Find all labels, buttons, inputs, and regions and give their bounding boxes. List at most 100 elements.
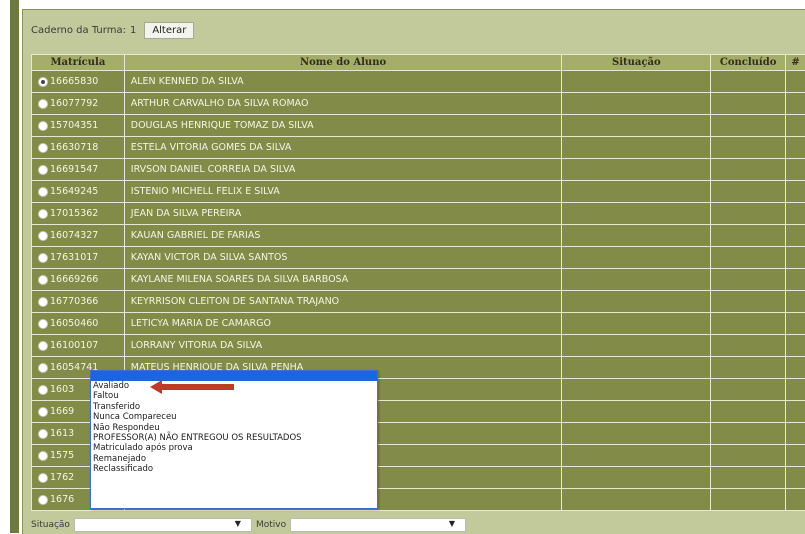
row-radio[interactable] [38,385,48,395]
extra-cell [786,115,805,137]
nome-cell: LORRANY VITORIA DA SILVA [124,335,562,357]
row-radio[interactable] [38,77,48,87]
row-radio[interactable] [38,473,48,483]
extra-cell [786,181,805,203]
table-row[interactable]: 16100107 LORRANY VITORIA DA SILVA [32,335,805,357]
matricula-cell[interactable]: 16050460 [32,313,125,335]
row-radio[interactable] [38,341,48,351]
row-radio[interactable] [38,275,48,285]
situacao-cell [562,445,711,467]
matricula-text: 16770366 [50,296,98,307]
matricula-cell[interactable]: 16100107 [32,335,125,357]
option-remanejado[interactable]: Remanejado [91,454,377,464]
table-row[interactable]: 16665830 ALEN KENNED DA SILVA [32,71,805,93]
table-row[interactable]: 16669266 KAYLANE MILENA SOARES DA SILVA … [32,269,805,291]
matricula-cell[interactable]: 16665830 [32,71,125,93]
concluido-cell [711,203,786,225]
matricula-cell[interactable]: 16630718 [32,137,125,159]
extra-cell [786,489,805,511]
row-radio[interactable] [38,297,48,307]
col-situacao-header[interactable]: Situação [562,55,711,71]
row-radio[interactable] [38,451,48,461]
motivo-select[interactable]: ▼ [290,518,466,532]
row-radio[interactable] [38,187,48,197]
option-nunca-compareceu[interactable]: Nunca Compareceu [91,412,377,422]
row-radio[interactable] [38,231,48,241]
row-radio[interactable] [38,143,48,153]
matricula-cell[interactable]: 15704351 [32,115,125,137]
matricula-cell[interactable]: 16691547 [32,159,125,181]
situacao-cell [562,137,711,159]
matricula-text: 1613 [50,428,74,439]
concluido-cell [711,401,786,423]
concluido-cell [711,71,786,93]
matricula-cell[interactable]: 16074327 [32,225,125,247]
table-row[interactable]: 17015362 JEAN DA SILVA PEREIRA [32,203,805,225]
situacao-cell [562,71,711,93]
table-row[interactable]: 16630718 ESTELA VITORIA GOMES DA SILVA [32,137,805,159]
situacao-select[interactable]: ▼ [74,518,252,532]
matricula-cell[interactable]: 16669266 [32,269,125,291]
caderno-label: Caderno da Turma: [31,25,126,36]
extra-cell [786,335,805,357]
situacao-cell [562,181,711,203]
concluido-cell [711,445,786,467]
situacao-cell [562,203,711,225]
table-row[interactable]: 16050460 LETICYA MARIA DE CAMARGO [32,313,805,335]
option-faltou[interactable]: Faltou [91,391,377,401]
caderno-value: 1 [130,25,136,36]
nome-cell: ESTELA VITORIA GOMES DA SILVA [124,137,562,159]
matricula-cell[interactable]: 17015362 [32,203,125,225]
row-radio[interactable] [38,429,48,439]
row-radio[interactable] [38,407,48,417]
option-avaliado[interactable]: Avaliado [91,381,377,391]
extra-cell [786,467,805,489]
col-nome-header[interactable]: Nome do Aluno [124,55,562,71]
row-radio[interactable] [38,209,48,219]
row-radio[interactable] [38,495,48,505]
matricula-cell[interactable]: 15649245 [32,181,125,203]
nome-cell: ALEN KENNED DA SILVA [124,71,562,93]
option-professor-nao-entregou[interactable]: PROFESSOR(A) NÃO ENTREGOU OS RESULTADOS [91,433,377,443]
alterar-button[interactable]: Alterar [144,22,194,39]
concluido-cell [711,225,786,247]
table-row[interactable]: 17631017 KAYAN VICTOR DA SILVA SANTOS [32,247,805,269]
concluido-cell [711,247,786,269]
matricula-text: 16077792 [50,98,98,109]
concluido-cell [711,291,786,313]
extra-cell [786,269,805,291]
row-radio[interactable] [38,165,48,175]
table-row[interactable]: 16074327 KAUAN GABRIEL DE FARIAS [32,225,805,247]
extra-cell [786,445,805,467]
table-row[interactable]: 16770366 KEYRRISON CLEITON DE SANTANA TR… [32,291,805,313]
matricula-text: 1603 [50,384,74,395]
row-radio[interactable] [38,99,48,109]
nome-cell: ISTENIO MICHELL FELIX E SILVA [124,181,562,203]
row-radio[interactable] [38,253,48,263]
matricula-cell[interactable]: 16077792 [32,93,125,115]
col-matricula-header[interactable]: Matrícula [32,55,125,71]
extra-cell [786,423,805,445]
nome-cell: KEYRRISON CLEITON DE SANTANA TRAJANO [124,291,562,313]
side-bar [10,0,19,533]
table-row[interactable]: 16077792 ARTHUR CARVALHO DA SILVA ROMAO [32,93,805,115]
table-row[interactable]: 16691547 IRVSON DANIEL CORREIA DA SILVA [32,159,805,181]
matricula-cell[interactable]: 16770366 [32,291,125,313]
nome-cell: DOUGLAS HENRIQUE TOMAZ DA SILVA [124,115,562,137]
matricula-text: 16669266 [50,274,98,285]
row-radio[interactable] [38,363,48,373]
situacao-dropdown-list[interactable]: Avaliado Faltou Transferido Nunca Compar… [90,370,378,509]
row-radio[interactable] [38,319,48,329]
option-matriculado-apos-prova[interactable]: Matriculado após prova [91,443,377,453]
option-transferido[interactable]: Transferido [91,402,377,412]
matricula-cell[interactable]: 17631017 [32,247,125,269]
situacao-cell [562,467,711,489]
option-nao-respondeu[interactable]: Não Respondeu [91,423,377,433]
concluido-cell [711,137,786,159]
option-reclassificado[interactable]: Reclassificado [91,464,377,474]
table-row[interactable]: 15704351 DOUGLAS HENRIQUE TOMAZ DA SILVA [32,115,805,137]
col-concluido-header[interactable]: Concluído [711,55,786,71]
table-row[interactable]: 15649245 ISTENIO MICHELL FELIX E SILVA [32,181,805,203]
row-radio[interactable] [38,121,48,131]
caderno-row: Caderno da Turma: 1 Alterar [31,18,194,42]
